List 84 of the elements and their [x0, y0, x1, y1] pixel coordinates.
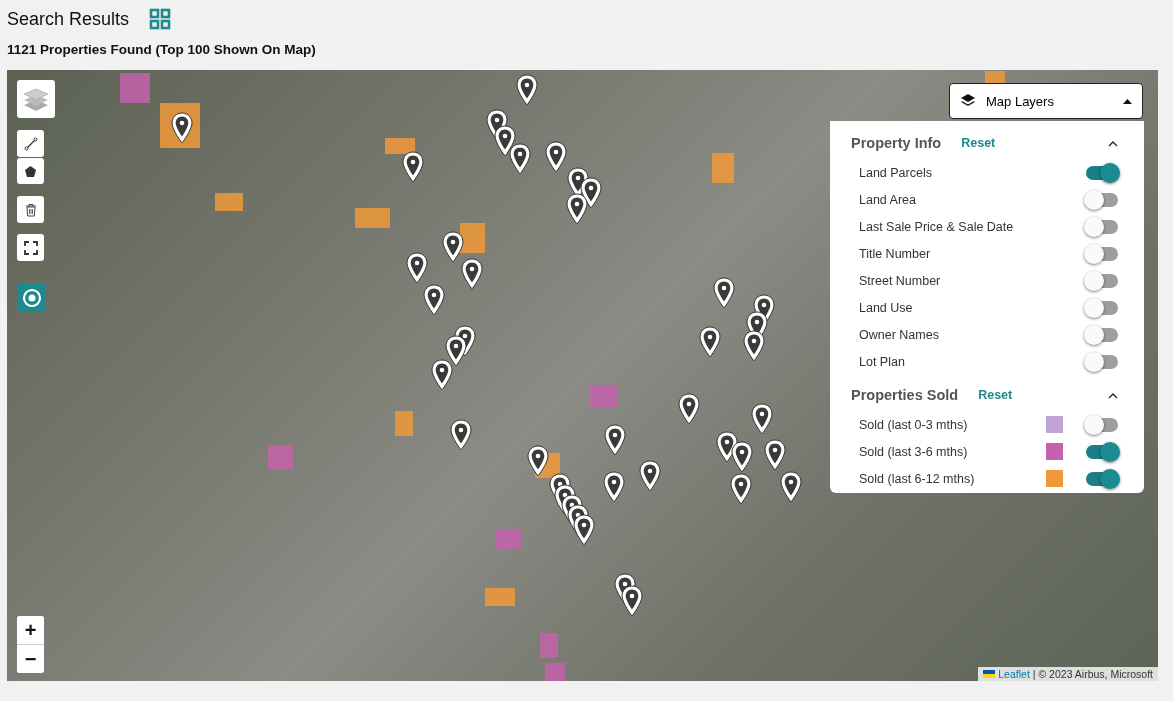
map-pin-icon[interactable]	[730, 441, 754, 473]
toggle-switch[interactable]	[1086, 327, 1118, 342]
toggle-switch[interactable]	[1086, 273, 1118, 288]
layer-label: Sold (last 3-6 mths)	[859, 444, 969, 459]
attribution-text: | © 2023 Airbus, Microsoft	[1032, 668, 1153, 680]
map-pin-icon[interactable]	[430, 359, 454, 391]
reset-link[interactable]: Reset	[978, 388, 1013, 402]
toggle-switch[interactable]	[1086, 165, 1118, 180]
map-pin-icon[interactable]	[444, 335, 468, 367]
sold-parcel	[395, 411, 413, 436]
layer-label: Street Number	[859, 273, 942, 288]
sold-parcel	[460, 223, 485, 253]
map-pin-icon[interactable]	[441, 231, 465, 263]
map-pin-icon[interactable]	[170, 112, 194, 144]
map-pin-icon[interactable]	[712, 277, 736, 309]
sold-parcel	[545, 663, 565, 681]
map-pin-icon[interactable]	[544, 141, 568, 173]
toggle-switch[interactable]	[1086, 471, 1118, 486]
flag-icon	[983, 670, 996, 678]
toggle-switch[interactable]	[1086, 444, 1118, 459]
sold-parcel	[268, 445, 293, 470]
leaflet-link[interactable]: Leaflet	[998, 668, 1030, 680]
map-pin-cluster-drawing[interactable]	[548, 473, 596, 546]
sold-parcel	[985, 71, 1005, 83]
layer-label: Sold (last 0-3 mths)	[859, 417, 969, 432]
layer-label: Land Use	[859, 300, 914, 315]
map-pin-icon[interactable]	[508, 143, 532, 175]
map-pin-icon[interactable]	[602, 471, 626, 503]
map-pin-icon[interactable]	[422, 284, 446, 316]
chevron-up-icon[interactable]	[1108, 391, 1118, 399]
layer-label: Land Parcels	[859, 165, 933, 180]
layer-label: Land Area	[859, 192, 917, 207]
map-pin-icon[interactable]	[515, 74, 539, 106]
map-pin-icon[interactable]	[638, 460, 662, 492]
map-pin-icon[interactable]	[405, 252, 429, 284]
toggle-switch[interactable]	[1086, 246, 1118, 261]
map-pin-icon[interactable]	[526, 445, 550, 477]
map-pin-icon[interactable]	[603, 424, 627, 456]
section-title: Property Info	[851, 135, 942, 151]
map-layers-button[interactable]: Map Layers	[949, 83, 1143, 119]
sold-parcel	[355, 208, 390, 228]
map-pin-icon[interactable]	[763, 439, 787, 471]
layer-label: Lot Plan	[859, 354, 906, 369]
map-pin-icon[interactable]	[779, 471, 803, 503]
toggle-switch[interactable]	[1086, 192, 1118, 207]
layer-label: Title Number	[859, 246, 932, 261]
layer-label: Last Sale Price & Sale Date	[859, 219, 1015, 234]
polygon-icon[interactable]	[17, 158, 44, 184]
toggle-switch[interactable]	[1086, 354, 1118, 369]
sold-parcel	[496, 529, 521, 549]
results-count: 1121 Properties Found (Top 100 Shown On Map)	[6, 41, 317, 59]
sold-parcel	[120, 73, 150, 103]
map-pin-icon[interactable]	[565, 193, 589, 225]
fullscreen-icon[interactable]	[17, 234, 44, 261]
sold-parcel	[590, 385, 618, 407]
map-pin-icon[interactable]	[677, 393, 701, 425]
satellite-map[interactable]	[7, 70, 1158, 681]
map-pin-icon[interactable]	[401, 151, 425, 183]
toggle-switch[interactable]	[1086, 300, 1118, 315]
caret-up-icon	[1123, 98, 1132, 104]
sold-parcel	[540, 633, 558, 658]
sold-parcel	[385, 138, 415, 154]
sold-parcel	[215, 193, 243, 211]
map-pin-icon[interactable]	[750, 403, 774, 435]
map-pin-icon[interactable]	[620, 585, 644, 617]
section-title: Properties Sold	[851, 387, 959, 403]
page-title: Search Results	[7, 8, 130, 30]
map-pin-icon[interactable]	[460, 258, 484, 290]
layer-label: Owner Names	[859, 327, 940, 342]
sold-parcel	[485, 588, 515, 606]
toggle-switch[interactable]	[1086, 417, 1118, 432]
trash-icon[interactable]	[17, 196, 44, 223]
grid-view-icon[interactable]	[149, 8, 172, 30]
locate-icon[interactable]	[17, 283, 46, 312]
map-pin-cluster-drawing[interactable]	[742, 294, 776, 362]
toggle-switch[interactable]	[1086, 219, 1118, 234]
sold-parcel	[712, 153, 734, 183]
map-pin-icon[interactable]	[698, 326, 722, 358]
map-pin-icon[interactable]	[729, 473, 753, 505]
reset-link[interactable]: Reset	[961, 136, 996, 150]
layer-label: Sold (last 6-12 mths)	[859, 471, 976, 486]
layers-icon	[960, 93, 976, 109]
chevron-up-icon[interactable]	[1108, 139, 1118, 147]
map-pin-icon[interactable]	[449, 419, 473, 451]
